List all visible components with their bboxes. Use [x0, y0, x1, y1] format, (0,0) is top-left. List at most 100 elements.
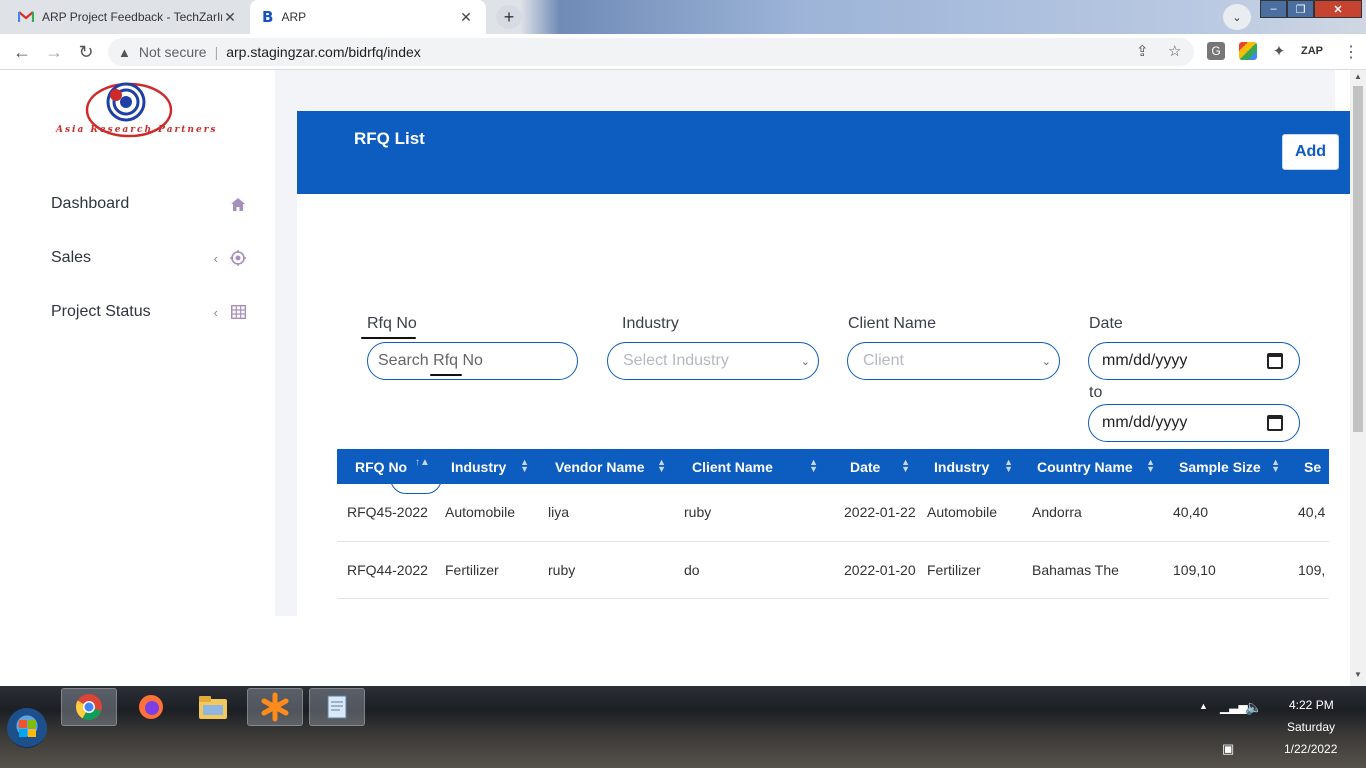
sort-icon: ▲ ▼: [809, 457, 818, 474]
column-header-client-name[interactable]: Client Name ▲ ▼: [674, 449, 826, 484]
table-row[interactable]: RFQ44-2022 Fertilizer ruby do 2022-01-20…: [337, 541, 1329, 599]
column-header-industry-2[interactable]: Industry ▲ ▼: [918, 449, 1021, 484]
extensions-puzzle-icon[interactable]: ✦: [1270, 42, 1288, 60]
clock-day[interactable]: Saturday: [1287, 720, 1335, 734]
tab-search-chevron-icon[interactable]: ⌄: [1223, 4, 1251, 30]
sidebar-item-label: Sales: [51, 249, 92, 266]
add-button[interactable]: Add: [1282, 134, 1339, 170]
logo[interactable]: Asia Research Partners: [54, 80, 216, 148]
taskbar-app-orange[interactable]: [247, 688, 303, 726]
column-header-label: Date: [850, 458, 881, 475]
scrollbar-thumb[interactable]: [1353, 86, 1363, 432]
sidebar-item-project-status[interactable]: Project Status ‹: [51, 300, 246, 324]
clock-time[interactable]: 4:22 PM: [1289, 698, 1334, 712]
close-tab-icon[interactable]: ✕: [458, 9, 474, 26]
sort-icon: ▲ ▼: [1271, 457, 1280, 474]
column-header-industry[interactable]: Industry ▲ ▼: [435, 449, 537, 484]
cell-vendor-name: ruby: [537, 541, 674, 599]
tab-arp[interactable]: B ARP ✕: [250, 0, 486, 34]
target-icon: [230, 250, 246, 266]
security-label: Not secure: [138, 44, 207, 60]
sidebar-item-sales[interactable]: Sales ‹: [51, 246, 246, 270]
network-signal-icon[interactable]: ▁▃▅: [1220, 700, 1248, 714]
url-text: arp.stagingzar.com/bidrfq/index: [226, 44, 421, 60]
sort-icon: ▲ ▼: [520, 457, 529, 474]
taskbar-file-explorer[interactable]: [185, 688, 241, 726]
date-to-input[interactable]: mm/dd/yyyy: [1088, 404, 1300, 442]
calendar-icon[interactable]: [1267, 353, 1283, 369]
close-tab-icon[interactable]: ✕: [222, 9, 238, 26]
rfq-search-placeholder: Search Rfq No: [378, 352, 483, 369]
browser-menu-icon[interactable]: ⋮: [1343, 42, 1359, 62]
scroll-down-arrow-icon[interactable]: ▼: [1350, 670, 1366, 684]
column-header-label: Client Name: [692, 458, 773, 475]
taskbar-chrome[interactable]: [61, 688, 117, 726]
cell-sample-size: 109,10: [1163, 541, 1288, 599]
column-header-label: Se: [1304, 458, 1322, 475]
column-header-sample-size[interactable]: Sample Size ▲ ▼: [1163, 449, 1288, 484]
industry-select[interactable]: Select Industry ⌄: [607, 342, 819, 380]
extension-google-icon[interactable]: [1239, 42, 1257, 60]
client-select[interactable]: Client ⌄: [847, 342, 1060, 380]
cell-country-name: Andorra: [1021, 484, 1163, 542]
zarp-extension-icon[interactable]: ZAP: [1300, 42, 1324, 60]
date-from-input[interactable]: mm/dd/yyyy: [1088, 342, 1300, 380]
window-close-button[interactable]: ✕: [1314, 0, 1362, 18]
action-center-icon[interactable]: ▣: [1222, 741, 1234, 757]
browser-tab-strip: ARP Project Feedback - TechZarInfo ✕ B A…: [0, 0, 1366, 34]
sort-icon: ▲ ▼: [1146, 457, 1155, 474]
column-header-label: Vendor Name: [555, 458, 645, 475]
cell-vendor-name: liya: [537, 484, 674, 542]
annotation-underline: [361, 337, 416, 339]
chevron-down-icon: ⌄: [1041, 355, 1051, 368]
windows-taskbar: ▲ ▁▃▅ 🔈 4:22 PM Saturday 1/22/2022 ▣: [0, 686, 1366, 768]
scroll-up-arrow-icon[interactable]: ▲: [1350, 72, 1366, 86]
calendar-icon[interactable]: [1267, 415, 1283, 431]
clock-date[interactable]: 1/22/2022: [1284, 742, 1337, 756]
column-header-country-name[interactable]: Country Name ▲ ▼: [1021, 449, 1163, 484]
cell-rfq-no: RFQ45-2022: [337, 484, 435, 542]
share-icon[interactable]: ⇪: [1136, 42, 1149, 60]
table-row[interactable]: [337, 598, 1329, 616]
cell-client-name: do: [674, 541, 826, 599]
gmail-icon: [18, 11, 34, 23]
column-header-se[interactable]: Se: [1288, 449, 1329, 484]
column-header-date[interactable]: Date ▲ ▼: [826, 449, 918, 484]
asterisk-app-icon: [261, 692, 289, 722]
column-header-rfq-no[interactable]: RFQ No ↑▲: [337, 449, 435, 484]
extension-g-icon[interactable]: G: [1207, 42, 1225, 60]
omnibox[interactable]: ▲ Not secure | arp.stagingzar.com/bidrfq…: [108, 38, 1194, 66]
client-placeholder: Client: [863, 352, 904, 369]
date-label: Date: [1089, 315, 1123, 332]
table-row[interactable]: RFQ45-2022 Automobile liya ruby 2022-01-…: [337, 484, 1329, 542]
column-header-vendor-name[interactable]: Vendor Name ▲ ▼: [537, 449, 674, 484]
taskbar-notepad[interactable]: [309, 688, 365, 726]
sidebar: Asia Research Partners Dashboard Sales ‹…: [0, 70, 275, 686]
start-button[interactable]: [7, 708, 47, 748]
cell-client-name: ruby: [674, 484, 826, 542]
window-maximize-button[interactable]: ❐: [1287, 0, 1314, 18]
volume-icon[interactable]: 🔈: [1245, 699, 1262, 716]
show-hidden-icons-icon[interactable]: ▲: [1199, 701, 1208, 711]
cell-country-name: Bahamas The: [1021, 541, 1163, 599]
reload-icon[interactable]: ↻: [75, 42, 97, 63]
forward-arrow-icon[interactable]: →: [43, 42, 65, 63]
cell-date: 2022-01-22: [826, 484, 918, 542]
tab-title: ARP Project Feedback - TechZarInfo: [42, 10, 222, 24]
window-minimize-button[interactable]: –: [1260, 0, 1287, 18]
column-header-label: Industry: [451, 458, 507, 475]
taskbar-firefox[interactable]: [123, 688, 179, 726]
tab-gmail[interactable]: ARP Project Feedback - TechZarInfo ✕: [8, 0, 248, 34]
annotation-underline: [430, 374, 462, 376]
notepad-icon: [327, 695, 347, 719]
card-header: RFQ List Add: [297, 111, 1350, 194]
chrome-icon: [75, 694, 102, 721]
new-tab-button[interactable]: +: [496, 5, 522, 29]
cell-se: 40,4: [1288, 484, 1329, 542]
page-scrollbar[interactable]: ▲ ▼: [1350, 70, 1366, 686]
sidebar-item-dashboard[interactable]: Dashboard: [51, 192, 246, 216]
bookmark-star-icon[interactable]: ☆: [1168, 42, 1181, 60]
rfq-search-input[interactable]: Search Rfq No: [367, 342, 578, 380]
back-arrow-icon[interactable]: ←: [11, 42, 33, 63]
column-header-label: Sample Size: [1179, 458, 1261, 475]
